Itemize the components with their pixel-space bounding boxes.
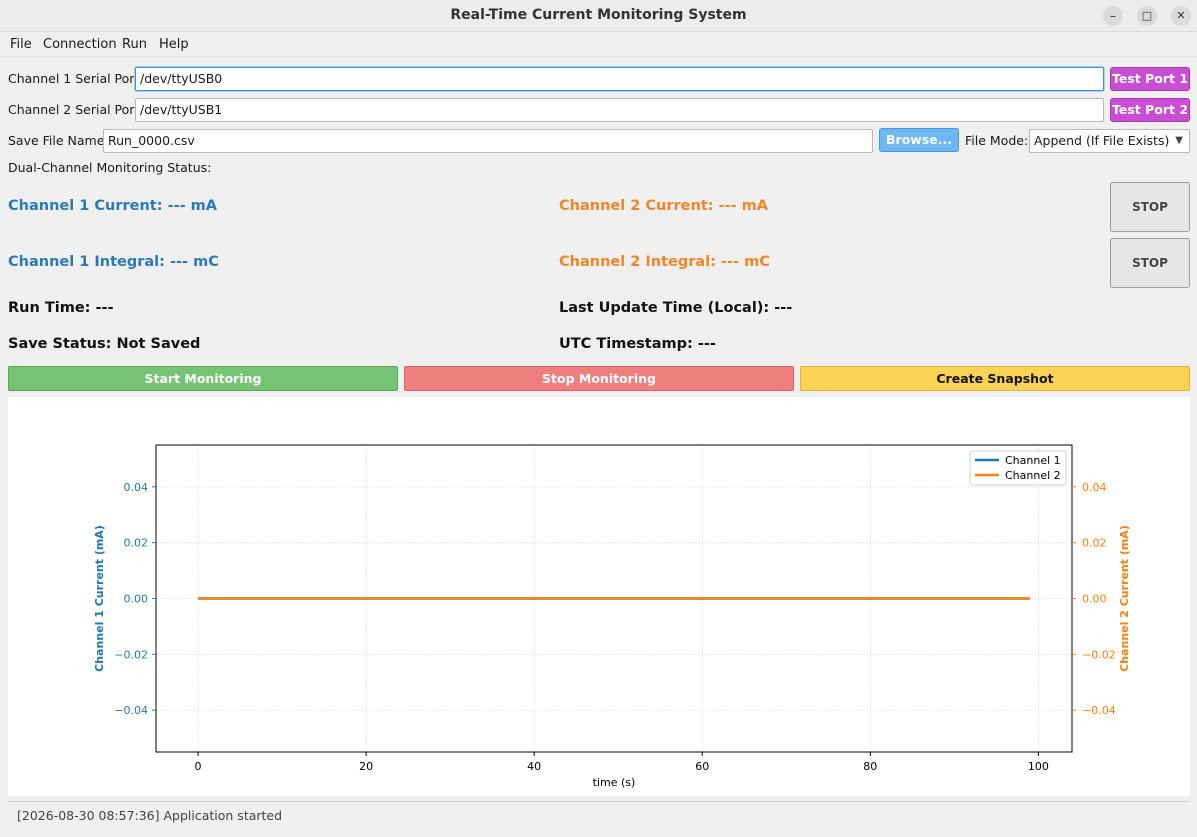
minimize-button[interactable]: – [1103, 6, 1123, 26]
ch2-current-readout: Channel 2 Current: --- mA [559, 198, 769, 214]
ch2-port-input[interactable]: /dev/ttyUSB1 [135, 98, 1104, 122]
utc-timestamp-readout: UTC Timestamp: --- [559, 336, 716, 352]
file-mode-label: File Mode: [965, 133, 1029, 148]
plot-canvas[interactable]: 0 20 40 60 80 100 time (s) 0.04 0.02 0.00 −0.02 −0.… [8, 397, 1190, 796]
menu-connection[interactable]: Connection [43, 37, 117, 52]
y-right-tick-label: 0.04 [1082, 481, 1107, 494]
window-title: Real-Time Current Monitoring System [450, 7, 747, 23]
ch1-port-label: Channel 1 Serial Port: [8, 71, 144, 86]
x-tick-label: 20 [359, 760, 373, 773]
create-snapshot-button[interactable]: Create Snapshot [800, 366, 1190, 391]
y-right-tick-label: 0.02 [1082, 537, 1107, 550]
log-message: [2026-08-30 08:57:36] Application starte… [17, 808, 283, 823]
legend-label-2: Channel 2 [1005, 469, 1061, 482]
y-right-axis-label: Channel 2 Current (mA) [1118, 525, 1131, 672]
x-axis-label: time (s) [593, 776, 636, 789]
maximize-button[interactable]: □ [1137, 6, 1157, 26]
ch2-integral-readout: Channel 2 Integral: --- mC [559, 254, 770, 270]
legend-label-1: Channel 1 [1005, 454, 1061, 467]
menu-file[interactable]: File [10, 37, 32, 52]
x-tick-label: 80 [863, 760, 877, 773]
log-bar: [2026-08-30 08:57:36] Application starte… [8, 801, 1190, 829]
y-left-tick-label: −0.02 [114, 648, 148, 661]
x-tick-label: 0 [195, 760, 202, 773]
y-right-tick-label: 0.00 [1082, 593, 1107, 606]
close-button[interactable]: ✕ [1171, 6, 1191, 26]
save-file-label: Save File Name: [8, 133, 109, 148]
file-mode-value: Append (If File Exists) [1034, 133, 1170, 148]
ch1-port-input[interactable]: /dev/ttyUSB0 [135, 67, 1104, 91]
ch2-port-label: Channel 2 Serial Port: [8, 102, 144, 117]
save-status-readout: Save Status: Not Saved [8, 336, 201, 352]
y-right-tick-label: −0.04 [1082, 704, 1116, 717]
y-left-tick-label: −0.04 [114, 704, 148, 717]
save-file-input[interactable]: Run_0000.csv [103, 129, 873, 153]
y-left-tick-label: 0.02 [124, 537, 149, 550]
file-mode-select[interactable]: Append (If File Exists) ▼ [1029, 129, 1190, 153]
run-time-readout: Run Time: --- [8, 300, 114, 316]
current-chart: 0 20 40 60 80 100 time (s) 0.04 0.02 0.00 −0.02 −0.… [93, 444, 1131, 789]
chevron-down-icon: ▼ [1175, 135, 1183, 146]
x-tick-label: 60 [695, 760, 709, 773]
last-update-readout: Last Update Time (Local): --- [559, 300, 793, 316]
test-port-1-button[interactable]: Test Port 1 [1110, 67, 1190, 91]
y-right-tick-label: −0.02 [1082, 648, 1116, 661]
menu-help[interactable]: Help [159, 37, 189, 52]
stop-button-2[interactable]: STOP [1110, 238, 1190, 288]
y-left-tick-label: 0.00 [124, 593, 149, 606]
menu-run[interactable]: Run [122, 37, 147, 52]
ch1-integral-readout: Channel 1 Integral: --- mC [8, 254, 219, 270]
window-titlebar: Real-Time Current Monitoring System – □ … [0, 0, 1197, 32]
y-left-axis-label: Channel 1 Current (mA) [93, 525, 106, 672]
browse-button[interactable]: Browse... [879, 128, 959, 152]
status-heading: Dual-Channel Monitoring Status: [8, 160, 212, 175]
test-port-2-button[interactable]: Test Port 2 [1110, 98, 1190, 122]
ch1-current-readout: Channel 1 Current: --- mA [8, 198, 218, 214]
x-tick-label: 40 [527, 760, 541, 773]
y-left-tick-label: 0.04 [124, 481, 149, 494]
x-tick-label: 100 [1028, 760, 1049, 773]
start-monitoring-button[interactable]: Start Monitoring [8, 366, 398, 391]
stop-button-1[interactable]: STOP [1110, 182, 1190, 232]
menubar: File Connection Run Help [0, 33, 1197, 57]
stop-monitoring-button[interactable]: Stop Monitoring [404, 366, 794, 391]
